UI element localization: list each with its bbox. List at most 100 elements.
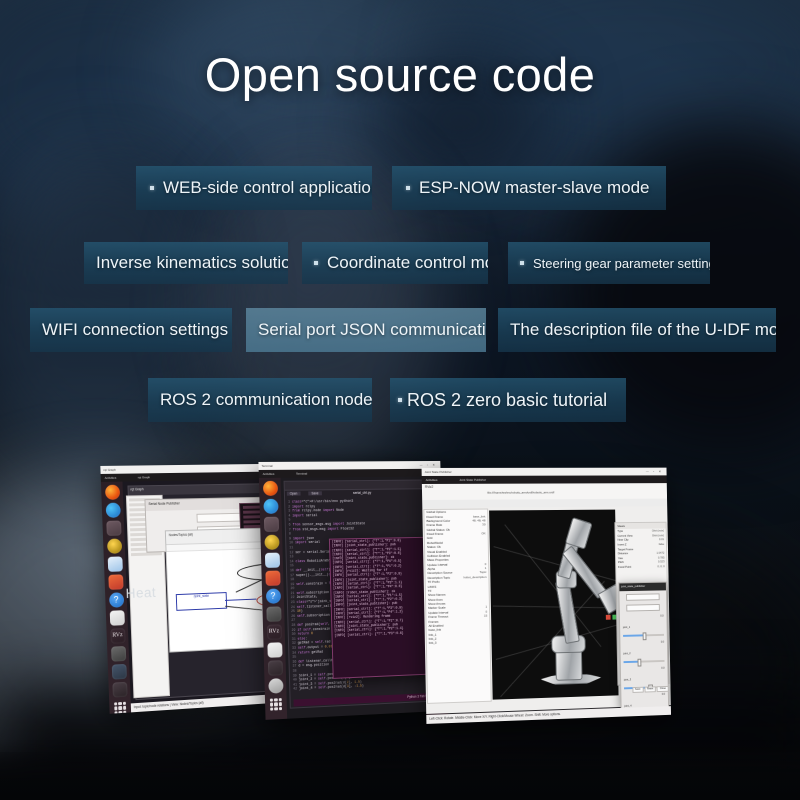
screenshot-root: Open source code WEB-side control applic… [0, 0, 800, 800]
bullet-icon [520, 261, 524, 265]
graph-node-label: /joint_state [193, 593, 210, 599]
views-panel-value: 0.01 [659, 537, 665, 542]
slider-track[interactable] [623, 658, 665, 667]
feature-chip-steering-gear-parameter-setting[interactable]: Steering gear parameter setting [508, 242, 710, 284]
page-title: Open source code [204, 48, 596, 101]
views-panel-value: Orbit (rviz) [651, 533, 665, 538]
views-panel-label: Distance [617, 551, 629, 556]
window-title: Joint State Publisher [424, 469, 452, 474]
feature-chip-label: Inverse kinematics solution [96, 253, 288, 272]
files-icon[interactable] [105, 520, 122, 536]
text-editor-icon[interactable] [266, 642, 283, 658]
window-controls[interactable]: — ▫ ✕ [646, 470, 663, 474]
views-panel-label: Yaw [617, 556, 623, 560]
firefox-icon[interactable] [262, 480, 278, 496]
joint-slider-label: joint_1 [622, 625, 631, 630]
libreoffice-icon[interactable] [107, 556, 123, 572]
feature-chip-ros2-zero-basic-tutorial[interactable]: ROS 2 zero basic tutorial [390, 378, 626, 422]
gnome-app-name: rqt Graph [137, 475, 151, 480]
activities-button[interactable]: Activities [105, 476, 117, 480]
joint-panel-title: joint_state_publisher [619, 582, 666, 592]
feature-chip-web-side-control-application[interactable]: WEB-side control application [136, 166, 372, 210]
feature-chip-ros2-communication-node[interactable]: ROS 2 communication node [148, 378, 372, 422]
displays-tree[interactable]: Global Options base_link Fixed Frame 48; 48… [423, 508, 492, 704]
rhythmbox-icon[interactable] [263, 534, 280, 550]
feature-chip-wifi-connection-settings[interactable]: WIFI connection settings [30, 308, 232, 352]
libreoffice-icon[interactable] [264, 552, 280, 568]
bullet-icon [150, 186, 154, 190]
bullet-icon [314, 261, 318, 265]
rviz-icon[interactable]: RVz [109, 628, 126, 644]
terminal-icon[interactable] [267, 660, 283, 676]
feature-chip-label: The description file of the U-IDF model. [510, 320, 776, 339]
views-panel-value: 0.785 [657, 555, 665, 560]
rviz-icon[interactable]: RVz [266, 624, 282, 640]
activities-button[interactable]: Activities [426, 478, 438, 482]
slider-thumb[interactable] [637, 658, 642, 667]
window-title: Terminal [261, 463, 273, 468]
joint-slider-value: 0.0 [662, 718, 666, 722]
rhythmbox-icon[interactable] [106, 538, 122, 554]
overlay-text: Heat [125, 584, 157, 602]
amazon-icon[interactable] [267, 678, 284, 694]
tools-icon[interactable] [111, 663, 127, 680]
open-button[interactable]: Open [286, 491, 301, 496]
terminal-icon[interactable] [111, 681, 128, 698]
views-panel-value: 0.523 [657, 559, 665, 564]
rviz-dialog-buttons[interactable]: Save Reset Close [622, 676, 669, 695]
app-grid-icon[interactable] [114, 701, 127, 714]
graph-node-joint-state[interactable]: /joint_state [175, 592, 228, 611]
views-panel-value: 0; 0; 0 [657, 564, 665, 569]
rviz-3d-viewport[interactable] [489, 509, 649, 700]
views-panel-value: Orbit (rviz) [651, 528, 664, 533]
joint-slider-value: 0.0 [660, 614, 664, 618]
thunderbird-icon[interactable] [105, 502, 121, 518]
feature-chip-udf-model-description[interactable]: The description file of the U-IDF model. [498, 308, 776, 352]
feature-chip-label: ROS 2 zero basic tutorial [407, 389, 608, 410]
status-text: Input: topic/node relations | View: Node… [133, 700, 204, 710]
joint-slider-joint_2[interactable]: joint_2 0.0 [623, 641, 665, 667]
feature-chip-coordinate-control-mode[interactable]: Coordinate control mode [302, 242, 488, 284]
feature-chip-label: WEB-side control application [163, 178, 372, 197]
feature-chip-label: Steering gear parameter setting [533, 255, 710, 271]
views-panel-row[interactable]: 0; 0; 0 Focal Point [616, 564, 666, 569]
slider-track[interactable] [623, 632, 665, 641]
feature-chip-label: ESP-NOW master-slave mode [419, 178, 650, 197]
feature-chip-serial-port-json-communication[interactable]: Serial port JSON communication [246, 308, 486, 352]
tree-row-value: OK [481, 531, 486, 536]
feature-chip-label: Serial port JSON communication [258, 320, 486, 339]
randomize-button[interactable] [626, 593, 660, 601]
help-icon[interactable]: ? [265, 588, 281, 604]
editor-toolbar[interactable]: Open Save [284, 480, 438, 496]
joint-slider-joint_5[interactable]: joint_50.0 [625, 719, 666, 724]
slider-thumb[interactable] [642, 632, 647, 641]
files-icon[interactable] [263, 516, 279, 532]
joint-slider-value: 0.0 [661, 666, 665, 670]
views-panel-label: Invert Z [617, 542, 627, 547]
thunderbird-icon[interactable] [262, 498, 279, 514]
gnome-app-name: Joint State Publisher [459, 477, 487, 482]
url-text[interactable]: file:///home/ws/src/robotic_arm/urdf/rob… [487, 490, 554, 494]
screenshot-code-editor[interactable]: Terminal — ▫ ✕ Activities Terminal ? RVz… [258, 460, 447, 720]
app-grid-icon[interactable] [269, 698, 283, 711]
settings-icon[interactable] [110, 646, 126, 662]
text-editor-icon[interactable] [109, 610, 125, 626]
save-button[interactable]: Save [308, 491, 322, 496]
tree-row[interactable]: link_3 [427, 640, 490, 646]
dialog-button[interactable]: Close [656, 685, 669, 692]
activities-button[interactable]: Activities [263, 472, 275, 476]
dialog-button[interactable]: Save [632, 686, 644, 693]
screenshot-rviz[interactable]: Joint State Publisher — ▫ ✕ Activities J… [421, 467, 672, 724]
feature-chip-inverse-kinematics-solution[interactable]: Inverse kinematics solution [84, 242, 288, 284]
window-controls[interactable]: — ▫ ✕ [420, 463, 437, 467]
software-icon[interactable] [264, 570, 281, 586]
firefox-icon[interactable] [104, 484, 120, 500]
help-icon[interactable]: ? [108, 592, 124, 608]
center-button[interactable] [626, 604, 660, 612]
settings-icon[interactable] [265, 606, 282, 622]
dialog-button[interactable]: Reset [644, 685, 657, 693]
views-panel-label: Near Clip [617, 538, 629, 543]
software-icon[interactable] [107, 574, 124, 590]
feature-chip-esp-now-master-slave-mode[interactable]: ESP-NOW master-slave mode [392, 166, 666, 210]
joint-slider-joint_1[interactable]: joint_1 0.0 [622, 614, 665, 641]
